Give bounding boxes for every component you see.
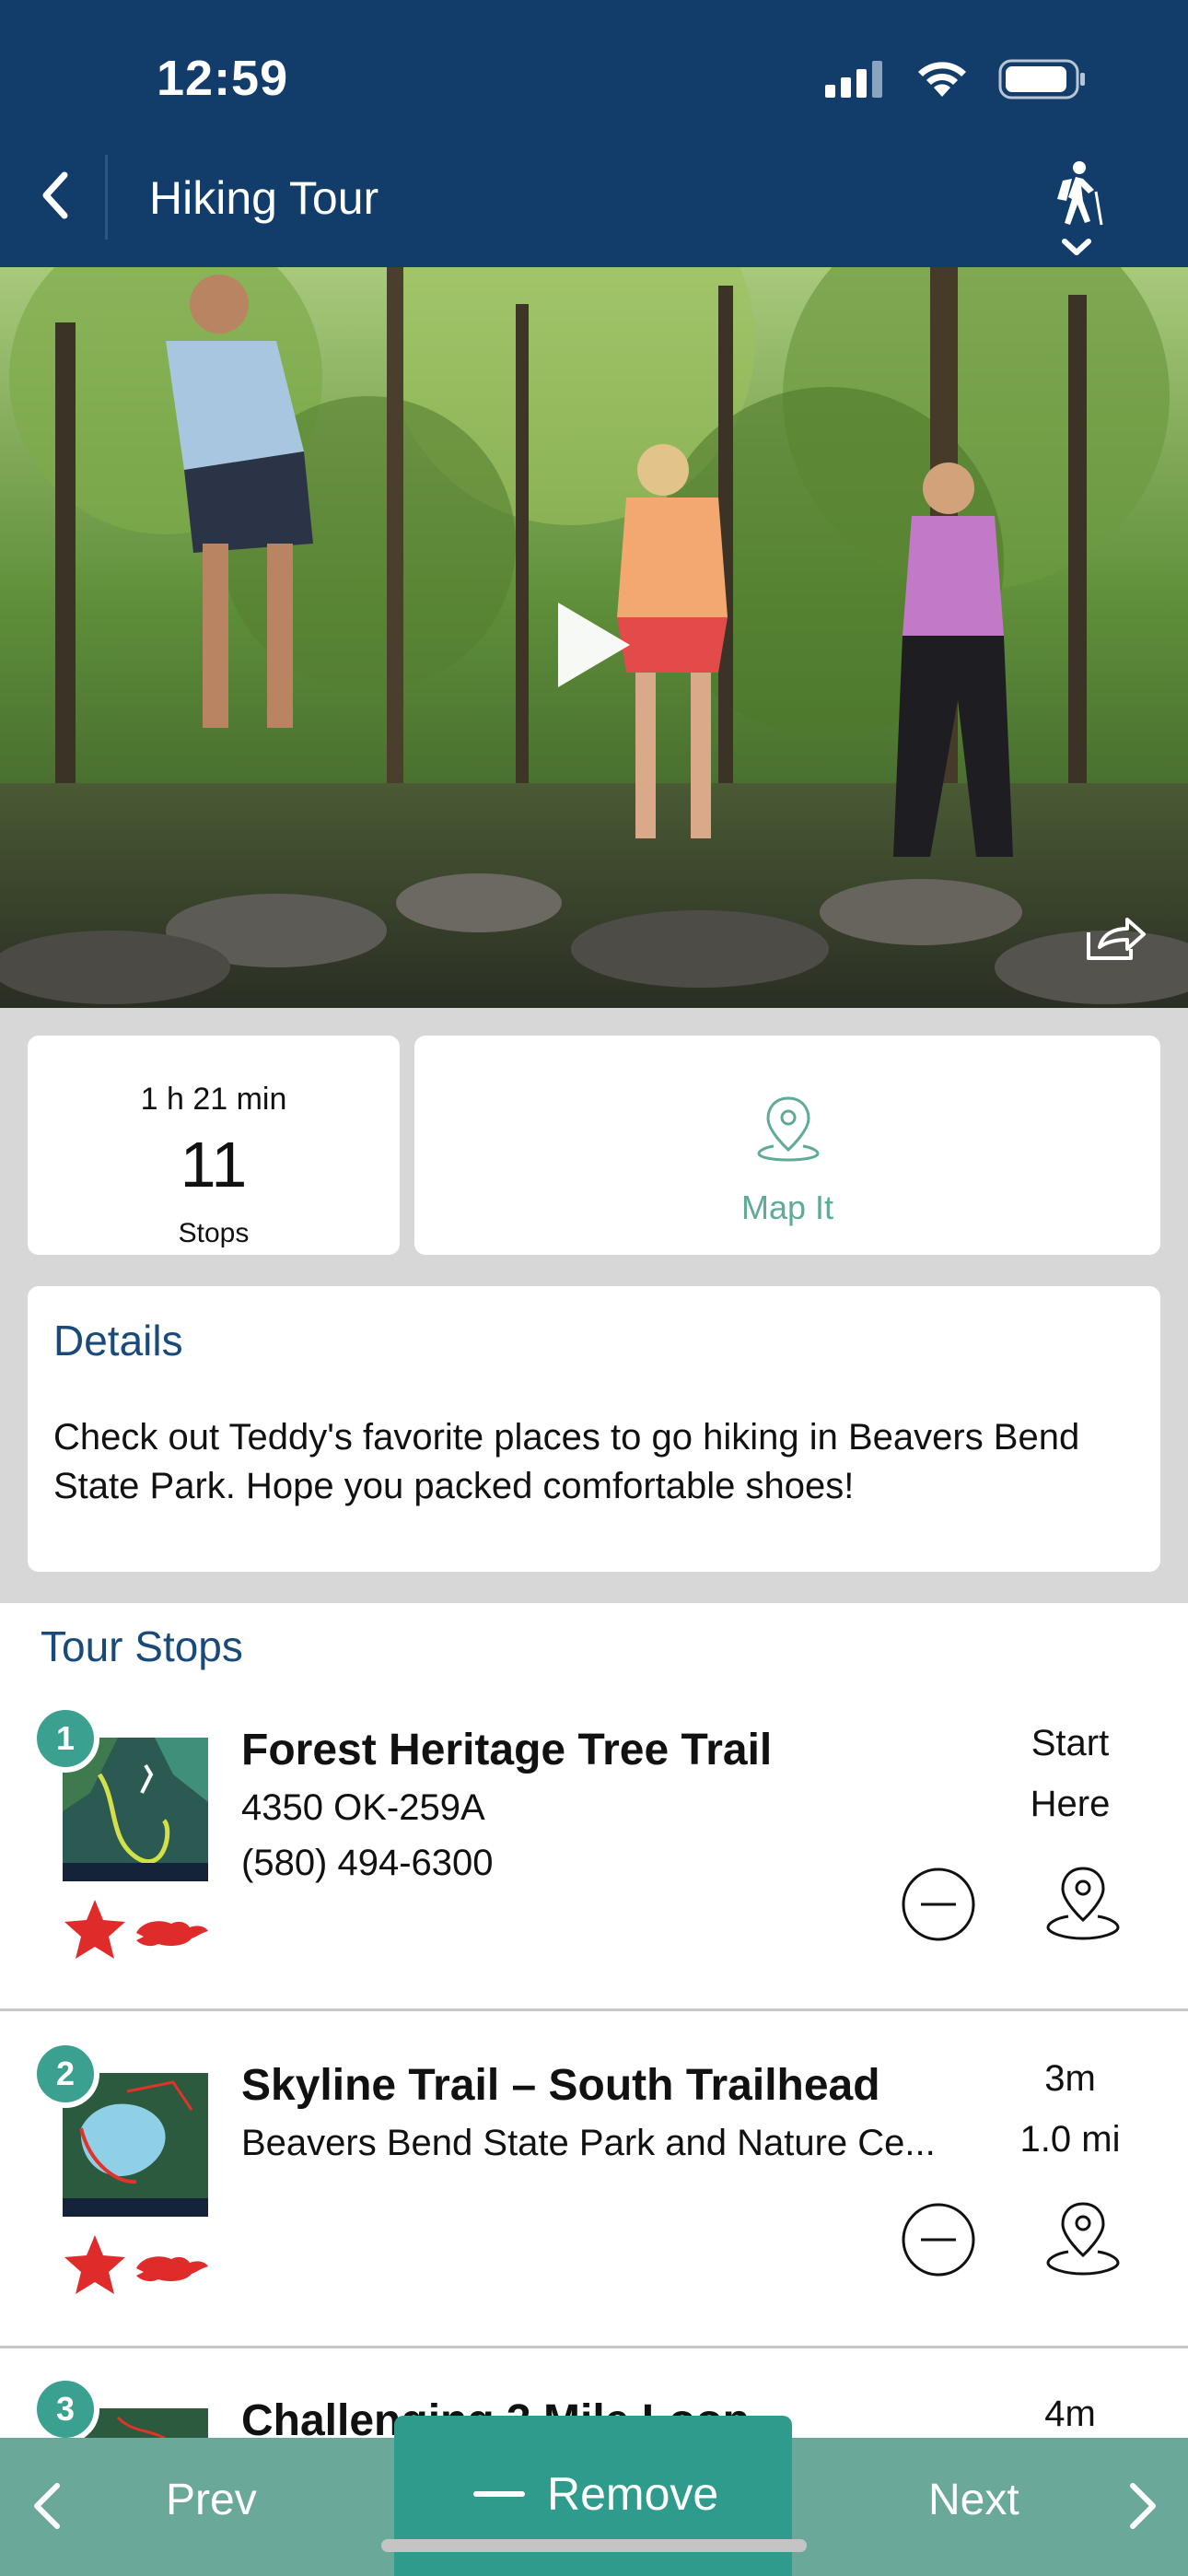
stop-right-top: Start xyxy=(1031,1723,1110,1763)
stop-separator xyxy=(0,2346,1188,2348)
share-icon xyxy=(1087,918,1146,960)
stop-address: 4350 OK-259A xyxy=(241,1787,485,1828)
tour-stop-2[interactable]: 2 Skyline Trail – South Trailhead Beaver… xyxy=(0,2031,1188,2364)
share-button[interactable] xyxy=(1083,912,1147,964)
stop-address: Beavers Bend State Park and Nature Ce... xyxy=(241,2123,936,2163)
stop-favorites[interactable] xyxy=(63,2231,210,2296)
stop-number-badge: 3 xyxy=(31,2375,99,2438)
details-body: Check out Teddy's favorite places to go … xyxy=(53,1417,1080,1506)
stop-right-bottom: Here xyxy=(1030,1784,1111,1824)
hiker-menu-button[interactable] xyxy=(1044,158,1109,260)
home-indicator[interactable] xyxy=(381,2539,807,2552)
chevron-left-icon xyxy=(42,171,68,219)
stop-favorites[interactable] xyxy=(63,1896,210,1961)
play-button[interactable] xyxy=(553,599,635,691)
play-icon xyxy=(558,603,630,687)
remove-label: Remove xyxy=(547,2468,719,2520)
hero-image[interactable] xyxy=(0,267,1188,1008)
stops-label: Stops xyxy=(178,1218,250,1248)
stops-count: 11 xyxy=(180,1129,248,1200)
wifi-icon xyxy=(918,62,966,97)
star-icon xyxy=(64,1900,125,1959)
summary-area: 1 h 21 min 11 Stops Map It Details Check… xyxy=(0,1008,1188,1603)
minus-icon xyxy=(473,2491,525,2497)
remove-stop-button[interactable] xyxy=(901,2202,976,2277)
stop-separator xyxy=(0,2008,1188,2011)
hiker-icon xyxy=(1057,161,1103,255)
status-time: 12:59 xyxy=(157,51,289,106)
stop-phone[interactable]: (580) 494-6300 xyxy=(241,1843,494,1884)
stop-name: Forest Heritage Tree Trail xyxy=(241,1726,773,1774)
next-label: Next xyxy=(928,2476,1019,2524)
details-card: Details Check out Teddy's favorite place… xyxy=(28,1286,1160,1572)
star-icon xyxy=(64,2235,125,2294)
map-it-button[interactable]: Map It xyxy=(414,1036,1160,1255)
tour-duration: 1 h 21 min xyxy=(140,1082,287,1117)
page-title: Hiking Tour xyxy=(149,172,379,224)
details-title: Details xyxy=(53,1317,183,1364)
next-button[interactable]: Next xyxy=(884,2438,1188,2576)
stop-right-top: 4m xyxy=(1044,2394,1096,2434)
chevron-left-icon xyxy=(34,2483,60,2529)
map-it-label: Map It xyxy=(740,1188,834,1226)
top-header: 12:59 Hiking Tour xyxy=(0,0,1188,267)
stop-number-badge: 1 xyxy=(31,1704,99,1773)
chevron-right-icon xyxy=(1130,2483,1156,2529)
nav-divider xyxy=(105,155,108,240)
prev-button[interactable]: Prev xyxy=(0,2438,276,2576)
stats-card: 1 h 21 min 11 Stops xyxy=(28,1036,400,1255)
tour-stops-title: Tour Stops xyxy=(41,1622,243,1670)
map-pin-icon xyxy=(757,1096,820,1162)
beaver-icon xyxy=(136,2256,208,2282)
stop-right-bottom: 1.0 mi xyxy=(1019,2119,1121,2160)
signal-icon xyxy=(825,61,882,98)
status-icons xyxy=(825,59,1087,100)
battery-icon xyxy=(998,59,1085,100)
stop-name: Skyline Trail – South Trailhead xyxy=(241,2061,880,2110)
remove-stop-button[interactable] xyxy=(901,1867,976,1942)
tour-stop-1[interactable]: 1 Forest Heritage Tree Trail 4350 OK-259… xyxy=(0,1695,1188,2029)
stop-number-badge: 2 xyxy=(31,2040,99,2108)
stop-map-pin-button[interactable] xyxy=(1044,1865,1122,1942)
beaver-icon xyxy=(136,1921,208,1947)
stop-map-pin-button[interactable] xyxy=(1044,2200,1122,2277)
back-button[interactable] xyxy=(33,166,77,225)
prev-label: Prev xyxy=(166,2476,257,2524)
stop-right-top: 3m xyxy=(1044,2058,1096,2099)
